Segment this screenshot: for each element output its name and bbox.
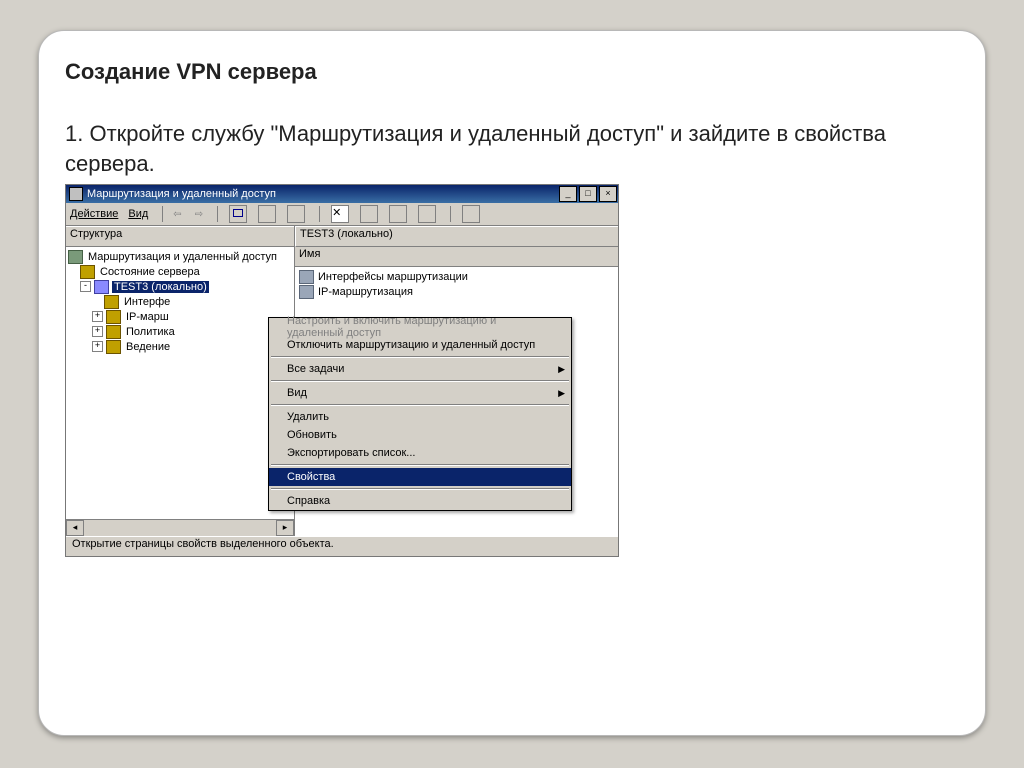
scroll-track[interactable] [84,520,276,536]
iface-icon [299,270,314,284]
expand-toggle[interactable]: + [92,341,103,352]
menubar: Действие Вид ⇦ ⇨ ✕ [66,203,618,226]
app-icon [69,187,83,201]
iface-icon [299,285,314,299]
list-column-name[interactable]: Имя [295,247,618,267]
list-item[interactable]: Интерфейсы маршрутизации [299,269,614,284]
ctx-configure: Настроить и включить маршрутизацию и уда… [269,318,571,336]
properties-icon[interactable] [360,205,378,223]
export-icon[interactable] [418,205,436,223]
folder-icon [106,325,121,339]
menu-action[interactable]: Действие [70,208,118,220]
separator [450,206,451,222]
ctx-alltasks[interactable]: Все задачи▶ [269,360,571,378]
separator [319,206,320,222]
ctx-delete[interactable]: Удалить [269,408,571,426]
refresh-icon[interactable] [389,205,407,223]
separator [217,206,218,222]
folder-icon [104,295,119,309]
list-item[interactable]: IP-маршрутизация [299,284,614,299]
hscroll[interactable]: ◂ ▸ [66,519,294,536]
tree[interactable]: Маршрутизация и удаленный доступ Состоян… [66,247,294,519]
tree-server[interactable]: TEST3 (локально) [112,281,209,293]
ctx-help[interactable]: Справка [269,492,571,510]
separator [271,488,569,490]
separator [271,404,569,406]
ctx-properties[interactable]: Свойства [269,468,571,486]
close-button[interactable]: × [599,186,617,202]
window-title: Маршрутизация и удаленный доступ [87,188,558,200]
delete-icon[interactable]: ✕ [331,205,349,223]
minimize-button[interactable]: _ [559,186,577,202]
tree-header: Структура [66,226,294,247]
context-menu: Настроить и включить маршрутизацию и уда… [268,317,572,511]
submenu-arrow-icon: ▶ [558,364,565,375]
separator [271,464,569,466]
tree-child[interactable]: IP-марш [124,311,171,323]
expand-toggle[interactable]: + [92,326,103,337]
server-icon [94,280,109,294]
slide-instruction: 1. Откройте службу "Маршрутизация и удал… [65,119,959,178]
menu-view[interactable]: Вид [128,208,148,220]
separator [271,356,569,358]
scroll-right-icon[interactable]: ▸ [276,520,294,536]
tree-child[interactable]: Политика [124,326,177,338]
collapse-toggle[interactable]: - [80,281,91,292]
tree-root[interactable]: Маршрутизация и удаленный доступ [86,251,279,263]
tree-child[interactable]: Ведение [124,341,172,353]
tree-pane: Структура Маршрутизация и удаленный дост… [66,226,295,536]
tree-status[interactable]: Состояние сервера [98,266,202,278]
folder-icon [80,265,95,279]
toolbar-button[interactable] [287,205,305,223]
tree-child[interactable]: Интерфе [122,296,172,308]
nav-fwd-icon[interactable]: ⇨ [195,209,203,220]
help-icon[interactable] [462,205,480,223]
separator [162,206,163,222]
status-bar: Открытие страницы свойств выделенного об… [66,536,618,556]
scroll-left-icon[interactable]: ◂ [66,520,84,536]
up-button[interactable] [229,205,247,223]
root-icon [68,250,83,264]
slide-title: Создание VPN сервера [65,59,959,85]
ctx-export[interactable]: Экспортировать список... [269,444,571,462]
ctx-view[interactable]: Вид▶ [269,384,571,402]
titlebar[interactable]: Маршрутизация и удаленный доступ _ □ × [66,185,618,203]
ctx-refresh[interactable]: Обновить [269,426,571,444]
submenu-arrow-icon: ▶ [558,388,565,399]
list-title: TEST3 (локально) [295,226,618,247]
folder-icon [106,340,121,354]
maximize-button[interactable]: □ [579,186,597,202]
ctx-disable[interactable]: Отключить маршрутизацию и удаленный дост… [269,336,571,354]
nav-back-icon[interactable]: ⇦ [173,209,181,220]
folder-icon [106,310,121,324]
separator [271,380,569,382]
expand-toggle[interactable]: + [92,311,103,322]
toolbar-button[interactable] [258,205,276,223]
